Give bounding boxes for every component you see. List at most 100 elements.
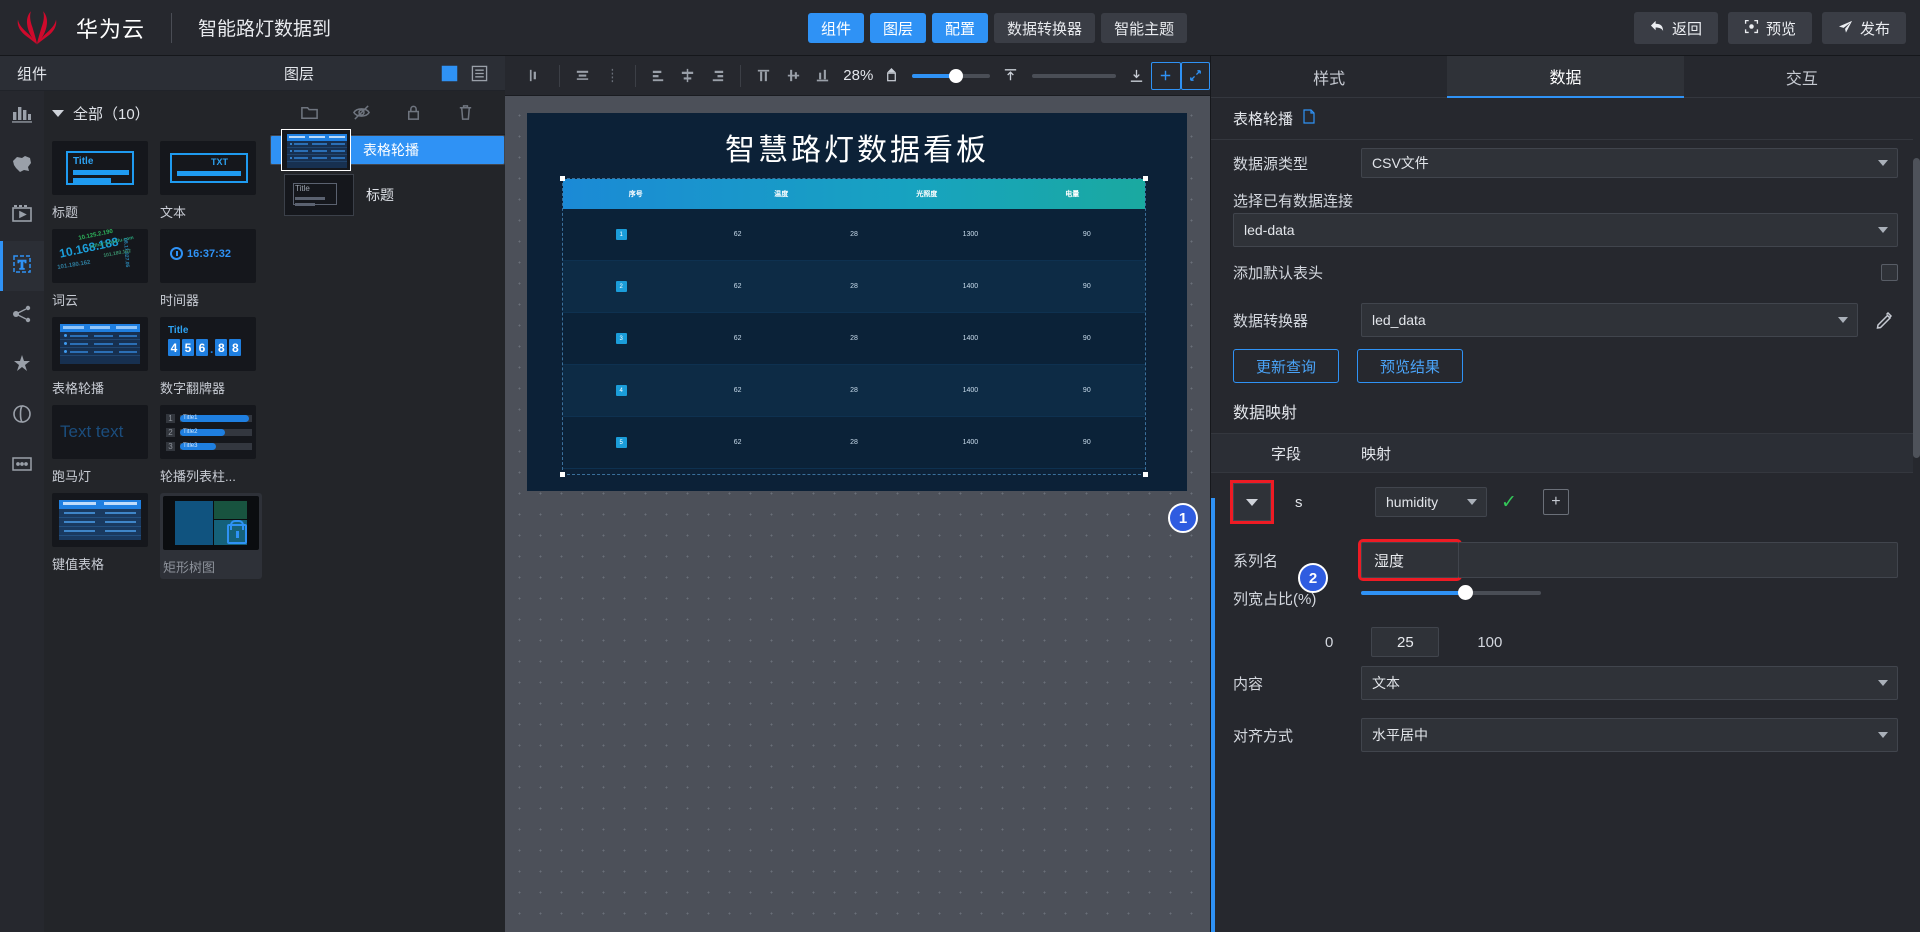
- preview-button[interactable]: 预览: [1727, 12, 1812, 44]
- table-header-cell: 序号: [628, 191, 643, 198]
- scrollbar-thumb[interactable]: [1913, 158, 1920, 458]
- edit-pencil-icon[interactable]: [1870, 306, 1898, 334]
- align-bottom-edge-icon[interactable]: [1122, 62, 1151, 90]
- mapping-expander[interactable]: [1230, 480, 1274, 524]
- document-icon[interactable]: [1302, 109, 1316, 128]
- component-item-wordcloud[interactable]: 10.125.2.190 10.168.188 101.180.162 101.…: [52, 229, 148, 309]
- layer-item-title[interactable]: Title 标题: [270, 165, 505, 225]
- nav-tab-layers[interactable]: 图层: [870, 13, 927, 43]
- align-top-icon[interactable]: [749, 62, 778, 90]
- rail-item-more[interactable]: [0, 441, 44, 491]
- zoom-slider[interactable]: [911, 68, 991, 83]
- datasource-type-value: CSV文件: [1372, 155, 1429, 171]
- flip-digit: 8: [229, 339, 242, 356]
- key-value-table-thumb: [52, 493, 148, 547]
- timer-thumb: 16:37:32: [160, 229, 256, 283]
- rail-item-charts[interactable]: [0, 91, 44, 141]
- check-icon: ✓: [1501, 491, 1517, 513]
- rail-item-material[interactable]: [0, 341, 44, 391]
- nav-tab-smart-theme[interactable]: 智能主题: [1101, 13, 1188, 43]
- fullscreen-icon[interactable]: [1180, 61, 1211, 90]
- rail-item-text[interactable]: T: [0, 241, 44, 291]
- nav-tab-data-converter[interactable]: 数据转换器: [994, 13, 1096, 43]
- list-view-icon[interactable]: [467, 61, 491, 85]
- distribute-left-icon[interactable]: [644, 62, 673, 90]
- components-group-toggle[interactable]: 全部（10）: [44, 91, 270, 135]
- layers-panel-title: 图层: [284, 65, 315, 83]
- col-width-slider[interactable]: [1361, 585, 1541, 600]
- flip-digit: 6: [196, 339, 208, 356]
- component-item-marquee[interactable]: Text text 跑马灯: [52, 405, 148, 485]
- folder-icon[interactable]: [297, 100, 323, 126]
- default-header-checkbox[interactable]: [1881, 263, 1898, 281]
- mapping-target-select[interactable]: humidity: [1375, 487, 1487, 517]
- tab-style[interactable]: 样式: [1211, 56, 1448, 98]
- fit-screen-icon[interactable]: [876, 62, 905, 90]
- carousel-table-widget[interactable]: 序号 温度 光照度 电量 1 62 28 1300 90 2 62 28 140…: [560, 176, 1148, 477]
- rail-item-shapes[interactable]: [0, 391, 44, 441]
- align-select[interactable]: 水平居中: [1361, 718, 1898, 752]
- existing-connection-select[interactable]: led-data: [1233, 213, 1898, 247]
- rail-item-relation[interactable]: [0, 291, 44, 341]
- rail-item-map[interactable]: [0, 141, 44, 191]
- components-group-label: 全部（10）: [73, 105, 150, 123]
- publish-button[interactable]: 发布: [1821, 12, 1906, 44]
- align-bottom-icon[interactable]: [808, 62, 837, 90]
- datasource-type-select[interactable]: CSV文件: [1361, 148, 1898, 178]
- col-width-value[interactable]: 25: [1371, 627, 1440, 657]
- component-item-carousel-table[interactable]: 表格轮播: [52, 317, 148, 397]
- layer-item-carousel-table[interactable]: 表格轮播: [270, 129, 505, 171]
- component-item-number-flipper[interactable]: Title 4 5 6 . 8 8 数字翻牌器: [160, 317, 256, 397]
- rail-item-media[interactable]: [0, 191, 44, 241]
- align-right-icon[interactable]: [597, 62, 626, 90]
- series-name-input-tail[interactable]: [1459, 542, 1898, 578]
- list-bar-label: Title2: [183, 429, 198, 435]
- back-button[interactable]: 返回: [1633, 12, 1718, 44]
- component-item-key-value-table[interactable]: 键值表格: [52, 493, 148, 579]
- position-slider[interactable]: [1031, 73, 1116, 78]
- cell-humidity: 28: [850, 231, 858, 238]
- align-middle-icon[interactable]: [778, 62, 807, 90]
- add-mapping-icon[interactable]: +: [1542, 489, 1569, 515]
- add-icon[interactable]: [1151, 61, 1181, 90]
- tab-interaction[interactable]: 交互: [1683, 56, 1920, 98]
- hide-eye-icon[interactable]: [349, 100, 375, 126]
- component-item-timer[interactable]: 16:37:32 时间器: [160, 229, 256, 309]
- preview-result-button[interactable]: 预览结果: [1357, 349, 1464, 383]
- distribute-right-icon[interactable]: [703, 62, 732, 90]
- layers-panel: 表格轮播 Title 标题: [270, 91, 505, 932]
- series-name-input[interactable]: 湿度: [1358, 539, 1462, 581]
- nav-tabs: 组件 图层 配置 数据转换器 智能主题: [808, 0, 1188, 56]
- grid-view-icon[interactable]: [437, 61, 461, 85]
- more-dots-icon: [10, 452, 34, 481]
- align-left-icon[interactable]: [522, 62, 551, 90]
- component-item-carousel-list-bar[interactable]: 1 Title1 2 Title2 3 Title3 轮播列表柱...: [160, 405, 256, 485]
- layer-item-label: 表格轮播: [363, 142, 419, 158]
- properties-scrollbar[interactable]: [1913, 98, 1920, 932]
- components-grid: Title 标题 TXT 文本 10.125.2.190 10.168.188 …: [44, 135, 270, 579]
- col-width-label: 列宽占比(%): [1233, 591, 1317, 608]
- content-select[interactable]: 文本: [1361, 666, 1898, 700]
- distribute-center-icon[interactable]: [673, 62, 702, 90]
- component-item-title[interactable]: Title 标题: [52, 141, 148, 221]
- converter-select[interactable]: led_data: [1361, 303, 1858, 337]
- component-item-treemap[interactable]: 矩形树图: [160, 493, 262, 579]
- table-header-cell: 温度: [774, 191, 789, 198]
- component-item-text[interactable]: TXT 文本: [160, 141, 256, 221]
- align-center-h-icon[interactable]: [568, 62, 597, 90]
- lock-icon[interactable]: [400, 100, 426, 126]
- nav-tab-config[interactable]: 配置: [932, 13, 989, 43]
- component-label: 文本: [160, 205, 187, 220]
- align-top-edge-icon[interactable]: [996, 62, 1025, 90]
- chevron-down-icon: [1838, 317, 1848, 323]
- refresh-query-button[interactable]: 更新查询: [1233, 349, 1340, 383]
- delete-trash-icon[interactable]: [452, 100, 478, 126]
- nav-tab-components[interactable]: 组件: [808, 13, 865, 43]
- table-row: 2 62 28 1400 90: [563, 261, 1145, 313]
- tab-data[interactable]: 数据: [1447, 56, 1684, 98]
- chevron-down-icon: [1246, 498, 1258, 506]
- back-arrow-icon: [1650, 19, 1665, 38]
- marquee-thumb: Text text: [52, 405, 148, 459]
- dashboard-board[interactable]: 智慧路灯数据看板 序号 温度 光照度 电量 1 62 28 1300 90 2 …: [527, 113, 1187, 491]
- canvas-area[interactable]: 0123 智慧路灯数据看板 序号 温度 光照度 电量 1 62 28: [505, 96, 1210, 932]
